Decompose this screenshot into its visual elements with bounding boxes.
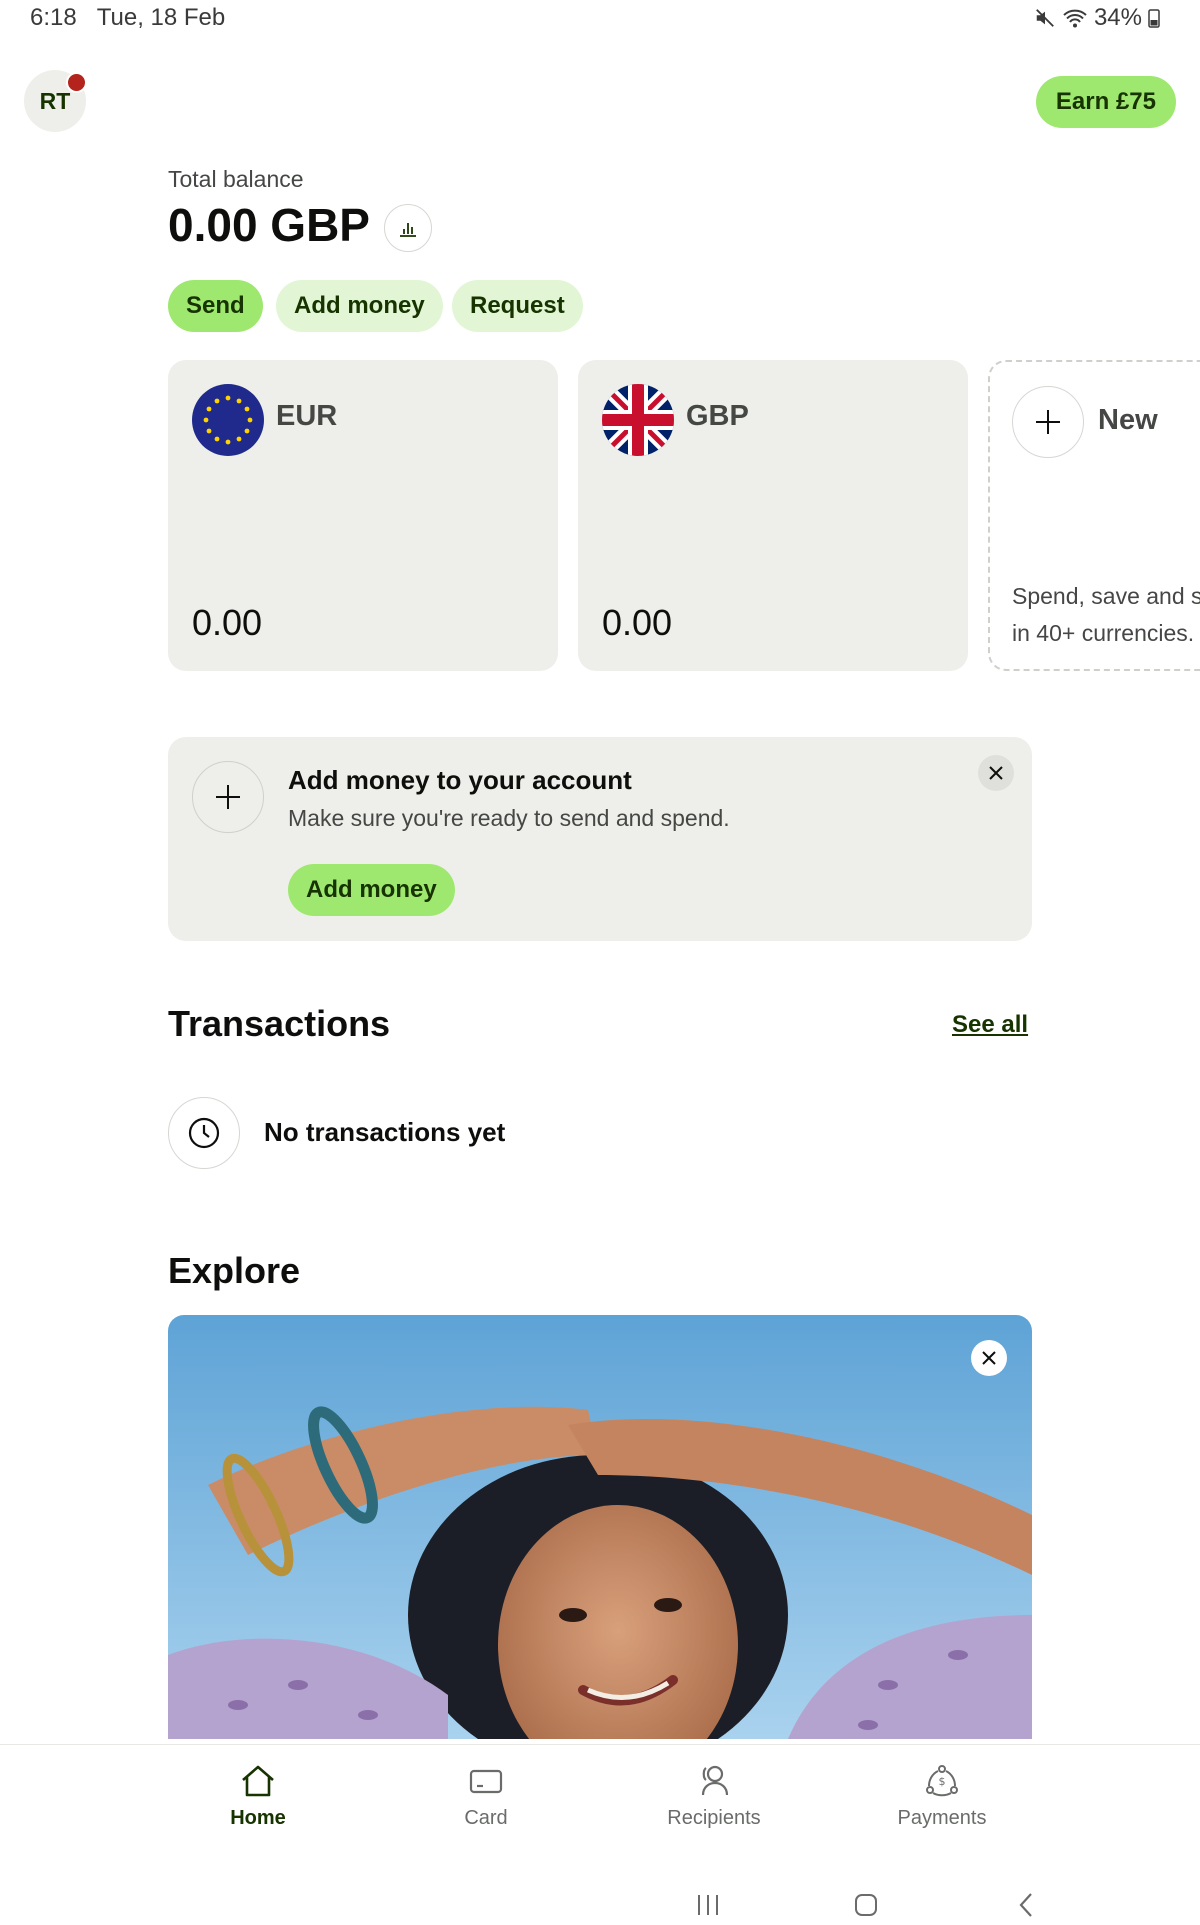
nav-card-label: Card [464,1807,508,1829]
back-icon [1019,1893,1032,1917]
explore-title: Explore [168,1250,301,1291]
add-money-button[interactable]: Add money [276,280,443,332]
back-button[interactable] [996,1885,1056,1925]
nav-payments[interactable]: $ Payments [842,1763,1042,1830]
currency-card-gbp[interactable]: GBP 0.00 [578,360,968,671]
recent-apps-button[interactable] [678,1885,738,1925]
home-system-icon [855,1894,877,1916]
banner-subtitle: Make sure you're ready to send and spend… [288,805,730,831]
battery-icon [1148,9,1160,28]
see-all-link[interactable]: See all [952,1011,1028,1039]
home-icon [242,1765,274,1797]
insights-button[interactable] [384,204,432,252]
add-money-banner: Add money to your account Make sure you'… [168,737,1032,941]
mute-icon [1036,9,1054,27]
payments-icon: $ [926,1765,958,1797]
nav-payments-label: Payments [897,1807,987,1829]
banner-title: Add money to your account [288,765,632,795]
bottom-nav: Home Card Recipients $ Payments [0,1744,1200,1921]
battery-text: 34% [1093,4,1142,31]
svg-text:$: $ [939,1775,946,1788]
currency-code: EUR [276,400,338,432]
status-icons: 34% [1034,4,1160,32]
new-currency-card[interactable]: New Spend, save and s in 40+ currencies. [988,360,1200,671]
recent-apps-icon [698,1895,718,1915]
plus-icon [192,761,264,833]
banner-add-money-button[interactable]: Add money [288,864,455,916]
clock-icon [168,1097,240,1169]
nav-card[interactable]: Card [386,1763,586,1830]
status-time: 6:18 Tue, 18 Feb [30,4,226,31]
currency-code: GBP [686,400,749,432]
currency-balance: 0.00 [602,602,673,643]
nav-home[interactable]: Home [158,1763,358,1830]
total-balance-label: Total balance [168,166,304,192]
explore-close-button[interactable] [971,1340,1007,1376]
currency-card-eur[interactable]: EUR 0.00 [168,360,558,671]
card-icon [469,1769,503,1794]
nav-home-label: Home [230,1807,286,1829]
plus-icon [1012,386,1084,458]
status-date: Tue, 18 Feb [96,4,226,31]
home-system-button[interactable] [836,1885,896,1925]
explore-promo-image[interactable] [168,1315,1032,1739]
avatar-initials: RT [39,87,71,114]
transactions-title: Transactions [168,1003,391,1044]
total-balance-amount: 0.00 GBP [168,199,370,251]
eu-flag-icon [192,384,264,456]
earn-referral-button[interactable]: Earn £75 [1035,76,1176,128]
notification-dot [66,72,87,93]
nav-recipients-label: Recipients [667,1807,761,1829]
uk-flag-icon [602,384,674,456]
bar-chart-icon [400,223,416,237]
request-button[interactable]: Request [452,280,583,332]
empty-transactions-text: No transactions yet [264,1117,506,1147]
close-icon [989,766,1003,780]
wifi-icon [1063,9,1087,28]
new-currency-label: New [1098,404,1158,436]
currency-balance: 0.00 [192,602,263,643]
send-button[interactable]: Send [168,280,263,332]
close-icon [982,1351,996,1365]
recipients-icon [701,1765,729,1796]
banner-close-button[interactable] [978,755,1014,791]
nav-recipients[interactable]: Recipients [614,1763,814,1830]
new-currency-description: Spend, save and s in 40+ currencies. [1012,583,1200,646]
